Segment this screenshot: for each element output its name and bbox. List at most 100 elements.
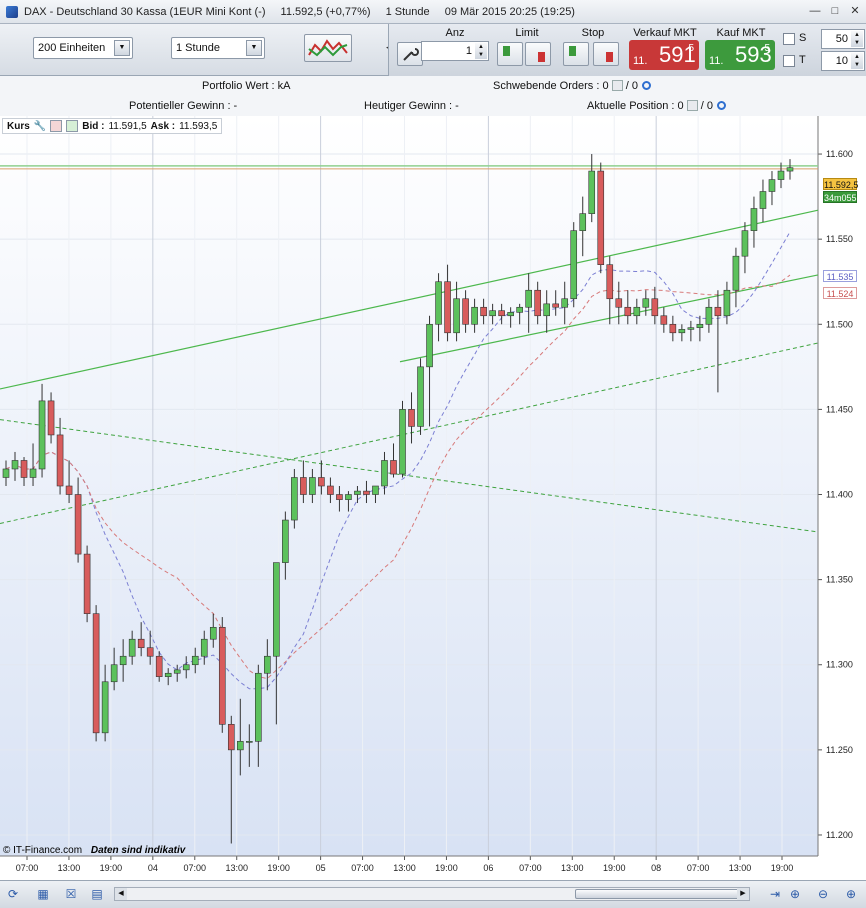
today-gain: Heutiger Gewinn : - xyxy=(364,100,459,112)
title-bar: DAX - Deutschland 30 Kassa (1EUR Mini Ko… xyxy=(0,0,866,24)
checkbox-grid-icon[interactable]: ☒ xyxy=(62,885,80,903)
pending-orders-text: Schwebende Orders : 0 xyxy=(493,80,609,92)
sell-price-sup: 5 xyxy=(688,43,694,54)
candle-body xyxy=(669,323,677,334)
candle-body xyxy=(417,366,424,427)
candle-body xyxy=(200,638,208,657)
current-position-text: Aktuelle Position : 0 xyxy=(587,100,684,112)
t-stepper[interactable]: 10 ▲ ▼ xyxy=(821,51,865,71)
app-icon xyxy=(6,5,18,18)
minimize-button[interactable]: — xyxy=(808,5,822,19)
s-stepper[interactable]: 50 ▲ ▼ xyxy=(821,29,865,49)
settings-button[interactable] xyxy=(397,42,423,66)
ask-label: Ask : xyxy=(150,120,176,132)
disclaimer-text: Daten sind indikativ xyxy=(90,845,186,856)
chart-type-button[interactable] xyxy=(304,34,352,62)
stepper-arrows-icon[interactable]: ▲ ▼ xyxy=(851,53,863,69)
candle-body xyxy=(777,170,785,180)
x-tick-label: 13:00 xyxy=(729,863,752,873)
candle-body xyxy=(182,664,190,671)
candle-body xyxy=(750,208,758,231)
x-tick-label: 04 xyxy=(148,863,158,873)
instrument-price: 11.592,5 (+0,77%) xyxy=(280,5,371,18)
wrench-icon[interactable]: 🔧 xyxy=(34,121,46,132)
buy-market-button[interactable]: 11. 593 5 xyxy=(705,40,775,70)
stop-buy-button[interactable] xyxy=(563,42,589,66)
stepper-arrows-icon[interactable]: ▲ ▼ xyxy=(851,31,863,47)
kurs-label: Kurs xyxy=(7,120,30,132)
indicator-icon[interactable]: ▤ xyxy=(88,885,106,903)
order-panel: Anz 1 ▲ ▼ Limit Stop Verkauf MKT 11. 591 … xyxy=(388,24,866,76)
candle-body xyxy=(507,312,514,317)
zoom-in-icon[interactable]: ⊕ xyxy=(842,885,860,903)
chevron-down-icon[interactable]: ▼ xyxy=(114,40,130,56)
scrollbar-thumb[interactable] xyxy=(575,889,743,899)
grid-icon[interactable]: ▦ xyxy=(34,885,52,903)
candle-body xyxy=(29,468,37,478)
chart-type-icon xyxy=(308,39,348,57)
fit-icon[interactable]: ⇥ xyxy=(766,885,784,903)
sell-arrow-icon xyxy=(606,52,613,62)
candle-body xyxy=(606,264,614,300)
chevron-down-icon[interactable]: ▼ xyxy=(246,40,262,56)
candle-body xyxy=(155,655,163,677)
candle-body xyxy=(336,494,343,500)
candle-body xyxy=(408,409,415,427)
maximize-button[interactable]: □ xyxy=(828,5,842,19)
candle-body xyxy=(236,741,244,751)
limit-sell-button[interactable] xyxy=(525,42,551,66)
candle-body xyxy=(426,323,433,368)
candle-body xyxy=(678,329,686,334)
scroll-left-icon[interactable]: ◀ xyxy=(115,888,127,900)
candle-body xyxy=(462,298,469,325)
sell-order-icon[interactable] xyxy=(50,120,63,132)
toolbar: 200 Einheiten ▼ 1 Stunde ▼ ◀ Anz 1 ▲▼ Li… xyxy=(0,24,866,76)
anz-label: Anz xyxy=(445,27,465,39)
x-tick-label: 13:00 xyxy=(225,863,248,873)
candle-body xyxy=(255,672,262,742)
candle-body xyxy=(786,167,794,172)
s-checkbox[interactable] xyxy=(783,33,795,45)
candle-body xyxy=(300,477,307,495)
buy-order-icon[interactable] xyxy=(66,120,79,132)
units-select[interactable]: 200 Einheiten ▼ xyxy=(33,37,133,59)
y-tick-label: 11.200 xyxy=(826,830,853,840)
sell-market-button[interactable]: 11. 591 5 xyxy=(629,40,699,70)
y-tick-label: 11.350 xyxy=(826,575,853,585)
scroll-right-icon[interactable]: ▶ xyxy=(737,888,749,900)
chart-canvas[interactable]: 11.600 11.550 11.500 11.450 11.400 11.350 11.3… xyxy=(0,116,866,880)
bottom-toolbar: ⟳ ▦ ☒ ▤ ◀ ▶ ⇥ ⊕ ⊖ ⊕ xyxy=(0,880,866,908)
interval-select[interactable]: 1 Stunde ▼ xyxy=(171,37,265,59)
stop-sell-button[interactable] xyxy=(593,42,619,66)
gear-icon[interactable] xyxy=(717,101,727,110)
candle-body xyxy=(687,327,695,330)
quantity-stepper[interactable]: 1 ▲ ▼ xyxy=(421,41,489,61)
candle-body xyxy=(372,485,379,495)
window-title: DAX - Deutschland 30 Kassa (1EUR Mini Ko… xyxy=(24,6,587,18)
candle-body xyxy=(579,213,587,231)
gear-icon[interactable] xyxy=(642,81,651,90)
stepper-arrows-icon[interactable]: ▲ ▼ xyxy=(475,43,487,59)
zoom-out-icon[interactable]: ⊖ xyxy=(814,885,832,903)
t-checkbox[interactable] xyxy=(783,55,795,67)
candle-body xyxy=(570,230,578,300)
orders-list-icon[interactable] xyxy=(611,80,623,91)
y-tick-label: 11.450 xyxy=(826,404,853,414)
buy-price-sup: 5 xyxy=(764,43,770,54)
candle-body xyxy=(20,460,28,478)
candle-body xyxy=(768,179,776,192)
zoom-fit-icon[interactable]: ⊕ xyxy=(786,885,804,903)
candle-body xyxy=(399,409,406,475)
candle-body xyxy=(597,170,605,265)
x-tick-label: 13:00 xyxy=(561,863,584,873)
pending-orders: Schwebende Orders : 0 / 0 xyxy=(493,80,651,92)
price-chart[interactable]: 11.600 11.550 11.500 11.450 11.400 11.350 11.3… xyxy=(0,116,866,880)
close-button[interactable]: ✕ xyxy=(848,5,862,19)
candle-body xyxy=(137,638,145,649)
x-tick-label: 06 xyxy=(483,863,493,873)
limit-buy-button[interactable] xyxy=(497,42,523,66)
horizontal-scrollbar[interactable]: ◀ ▶ xyxy=(114,887,750,901)
positions-list-icon[interactable] xyxy=(686,100,698,111)
candle-body xyxy=(561,298,569,308)
refresh-icon[interactable]: ⟳ xyxy=(4,885,22,903)
